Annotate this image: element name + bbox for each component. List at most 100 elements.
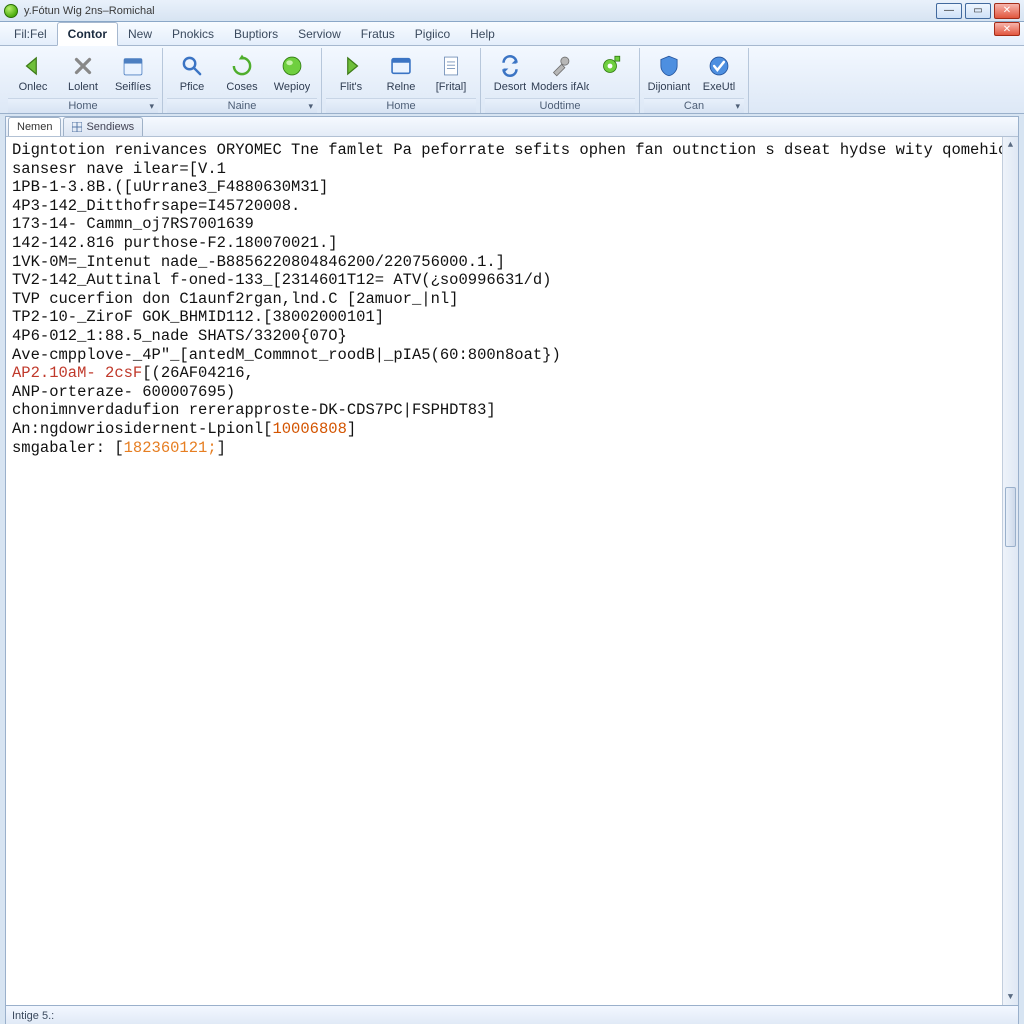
content-line: AP2.10aM- 2csF[(26AF04216, bbox=[12, 364, 1012, 383]
text-segment: 1PB-1-3.8B.([uUrrane3_F4880630M31] bbox=[12, 178, 328, 196]
content-line: 142-142.816 purthose-F2.180070021.] bbox=[12, 234, 1012, 253]
ribbon-btn-coses[interactable]: Coses bbox=[217, 50, 267, 94]
chevron-down-icon[interactable]: ▾ bbox=[308, 101, 313, 112]
status-text: Intige 5.: bbox=[12, 1010, 54, 1022]
ribbon-btn-seifl-es[interactable]: Seiflíes bbox=[108, 50, 158, 94]
ribbon-btn-label: Pfice bbox=[180, 82, 204, 94]
ribbon-btn-gear-green[interactable] bbox=[585, 50, 635, 82]
text-segment: 10006808 bbox=[272, 420, 346, 438]
content-line: 173-14- Cammn_oj7RS7001639 bbox=[12, 215, 1012, 234]
text-segment: chonimnverdadufion rererapproste-DK-CDS7… bbox=[12, 401, 496, 419]
ribbon-btn-label: Relne bbox=[387, 82, 416, 94]
document-content[interactable]: Digntotion renivances ORYOMEC Tne famlet… bbox=[6, 137, 1018, 1005]
content-line: 4P3-142_Ditthofrsape=I45720008. bbox=[12, 197, 1012, 216]
ribbon-btn-desort[interactable]: Desort bbox=[485, 50, 535, 94]
ribbon-group-label: Home bbox=[326, 98, 476, 113]
ribbon-btn--frital-[interactable]: [Frital] bbox=[426, 50, 476, 94]
document-close-button[interactable]: ✕ bbox=[994, 22, 1020, 36]
table-icon bbox=[72, 122, 82, 132]
menu-buptiors[interactable]: Buptiors bbox=[224, 22, 288, 45]
doc-tab-sendiews[interactable]: Sendiews bbox=[63, 117, 143, 136]
content-line: 1VK-0M=_Intenut nade_-B8856220804846200/… bbox=[12, 253, 1012, 272]
content-line: smgabaler: [182360121;] bbox=[12, 439, 1012, 458]
ribbon-group-0: Onlec Lolent Seiflíes Home▾ bbox=[4, 48, 163, 113]
text-segment: ] bbox=[217, 439, 226, 457]
scroll-up-arrow[interactable]: ▲ bbox=[1003, 137, 1018, 153]
chevron-down-icon[interactable]: ▾ bbox=[149, 101, 154, 112]
text-segment: ANP-orteraze- 600007695) bbox=[12, 383, 235, 401]
ribbon-btn-onlec[interactable]: Onlec bbox=[8, 50, 58, 94]
ribbon-btn-label: Seiflíes bbox=[115, 82, 151, 94]
text-segment: An:ngdowriosidernent-Lpionl[ bbox=[12, 420, 272, 438]
app-icon bbox=[4, 4, 18, 18]
ribbon-btn-label: Onlec bbox=[19, 82, 48, 94]
text-segment: 173-14- Cammn_oj7RS7001639 bbox=[12, 215, 254, 233]
content-line: 1PB-1-3.8B.([uUrrane3_F4880630M31] bbox=[12, 178, 1012, 197]
ribbon-btn-relne[interactable]: Relne bbox=[376, 50, 426, 94]
maximize-button[interactable]: ▭ bbox=[965, 3, 991, 19]
menu-pnokics[interactable]: Pnokics bbox=[162, 22, 224, 45]
text-segment: 4P3-142_Ditthofrsape=I45720008. bbox=[12, 197, 300, 215]
document-area: Nemen Sendiews Digntotion renivances ORYO… bbox=[5, 116, 1019, 1006]
scroll-track[interactable] bbox=[1003, 153, 1018, 989]
text-segment: Digntotion renivances ORYOMEC Tne famlet… bbox=[12, 141, 1017, 159]
close-button[interactable]: ✕ bbox=[994, 3, 1020, 19]
ribbon-btn-lolent[interactable]: Lolent bbox=[58, 50, 108, 94]
ribbon-btn-flit-s[interactable]: Flit's bbox=[326, 50, 376, 94]
menu-serviow[interactable]: Serviow bbox=[288, 22, 351, 45]
ribbon-btn-moders-ifalonsteo[interactable]: Moders ifAlonsteo bbox=[535, 50, 585, 94]
ribbon-btn-exeutl[interactable]: ExeUtl bbox=[694, 50, 744, 94]
check-blue-icon bbox=[705, 52, 733, 80]
menu-pigiico[interactable]: Pigiico bbox=[405, 22, 460, 45]
content-line: ANP-orteraze- 600007695) bbox=[12, 383, 1012, 402]
ribbon-group-1: Pfice Coses Wepioy Naine▾ bbox=[163, 48, 322, 113]
ribbon-btn-wepioy[interactable]: Wepioy bbox=[267, 50, 317, 94]
arrow-right-green-icon bbox=[337, 52, 365, 80]
text-segment: TP2-10-_ZiroF GOK_BHMID112.[38002000101] bbox=[12, 308, 384, 326]
ribbon-btn-label: Moders ifAlonsteo bbox=[531, 82, 589, 94]
menu-fratus[interactable]: Fratus bbox=[351, 22, 405, 45]
content-line: TP2-10-_ZiroF GOK_BHMID112.[38002000101] bbox=[12, 308, 1012, 327]
window-title: y.Fótun Wig 2ns–Romichal bbox=[24, 5, 155, 17]
vertical-scrollbar[interactable]: ▲ ▼ bbox=[1002, 137, 1018, 1005]
ribbon-group-label: Uodtime bbox=[485, 98, 635, 113]
text-segment: 4P6-012_1:88.5_nade SHATS/33200{07O} bbox=[12, 327, 347, 345]
ribbon-group-label: Naine▾ bbox=[167, 98, 317, 113]
text-segment: smgabaler: [ bbox=[12, 439, 124, 457]
ribbon-group-label: Can▾ bbox=[644, 98, 744, 113]
window-blue-icon bbox=[387, 52, 415, 80]
document-tab-row: Nemen Sendiews bbox=[6, 117, 1018, 137]
menu-contor[interactable]: Contor bbox=[57, 22, 118, 46]
ribbon-btn-label: Desort bbox=[494, 82, 526, 94]
menu-fil-fel[interactable]: Fil:Fel bbox=[4, 22, 57, 45]
doc-tab-nemen[interactable]: Nemen bbox=[8, 117, 61, 136]
menu-help[interactable]: Help bbox=[460, 22, 505, 45]
ribbon-btn-label: Wepioy bbox=[274, 82, 310, 94]
content-line: Digntotion renivances ORYOMEC Tne famlet… bbox=[12, 141, 1012, 160]
content-line: TVP cucerfion don C1aunf2rgan,lnd.C [2am… bbox=[12, 290, 1012, 309]
ribbon-toolbar: OnlecLolentSeiflíesHome▾PficeCosesWepioy… bbox=[0, 46, 1024, 114]
magnifier-blue-icon bbox=[178, 52, 206, 80]
scroll-down-arrow[interactable]: ▼ bbox=[1003, 989, 1018, 1005]
shield-blue-icon bbox=[655, 52, 683, 80]
scroll-thumb[interactable] bbox=[1005, 487, 1016, 547]
doc-tab-label: Nemen bbox=[17, 121, 52, 133]
menu-bar: Fil:FelContorNewPnokicsBuptiorsServiowFr… bbox=[0, 22, 1024, 46]
gear-green-icon bbox=[596, 52, 624, 80]
ribbon-group-label: Home▾ bbox=[8, 98, 158, 113]
text-segment: 182360121; bbox=[124, 439, 217, 457]
ribbon-btn-pfice[interactable]: Pfice bbox=[167, 50, 217, 94]
menu-new[interactable]: New bbox=[118, 22, 162, 45]
ribbon-btn-dijoniant[interactable]: Dijoniant bbox=[644, 50, 694, 94]
doc-tab-label: Sendiews bbox=[86, 121, 134, 133]
sync-blue-icon bbox=[496, 52, 524, 80]
text-segment: TVP cucerfion don C1aunf2rgan,lnd.C [2am… bbox=[12, 290, 458, 308]
text-segment: 1VK-0M=_Intenut nade_-B8856220804846200/… bbox=[12, 253, 505, 271]
text-segment: 142-142.816 purthose-F2.180070021.] bbox=[12, 234, 338, 252]
window-titlebar: y.Fótun Wig 2ns–Romichal — ▭ ✕ bbox=[0, 0, 1024, 22]
minimize-button[interactable]: — bbox=[936, 3, 962, 19]
chevron-down-icon[interactable]: ▾ bbox=[735, 101, 740, 112]
content-line: TV2-142_Auttinal f-oned-133_[2314601T12=… bbox=[12, 271, 1012, 290]
text-segment: [(26AF04216, bbox=[142, 364, 254, 382]
content-line: sansesr nave ilear=[V.1 bbox=[12, 160, 1012, 179]
